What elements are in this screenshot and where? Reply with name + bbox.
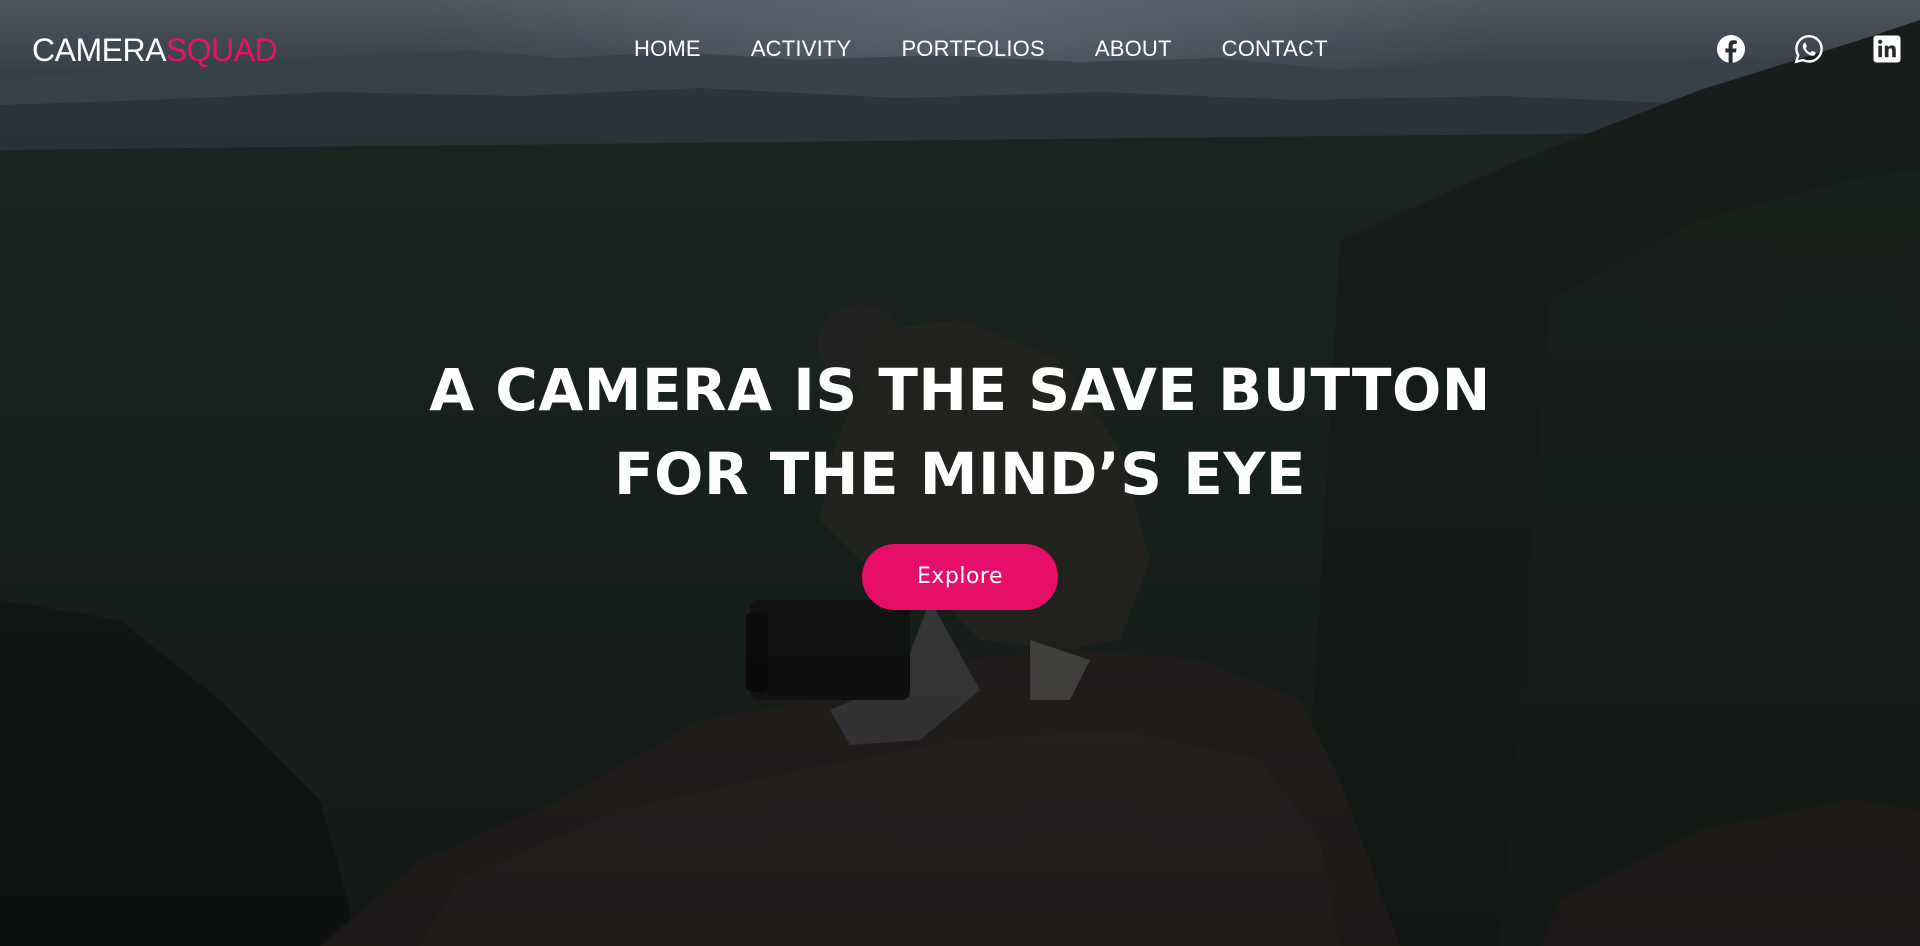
whatsapp-icon bbox=[1794, 34, 1823, 64]
hero-headline-line2: FOR THE MIND’S EYE bbox=[614, 440, 1306, 508]
social-links bbox=[1716, 34, 1902, 64]
nav-item-portfolios[interactable]: PORTFOLIOS bbox=[901, 36, 1044, 61]
hero-headline: A CAMERA IS THE SAVE BUTTON FOR THE MIND… bbox=[0, 348, 1920, 516]
facebook-link[interactable] bbox=[1716, 34, 1746, 64]
nav-item-contact[interactable]: CONTACT bbox=[1222, 36, 1328, 61]
brand-logo-part1: CAMERA bbox=[32, 32, 166, 68]
main-nav: HOME ACTIVITY PORTFOLIOS ABOUT CONTACT bbox=[634, 36, 1328, 62]
top-navbar: CAMERASQUAD HOME ACTIVITY PORTFOLIOS ABO… bbox=[0, 0, 1920, 98]
facebook-icon bbox=[1717, 35, 1745, 63]
linkedin-icon bbox=[1873, 35, 1901, 63]
explore-button[interactable]: Explore bbox=[862, 544, 1058, 610]
linkedin-link[interactable] bbox=[1872, 34, 1902, 64]
nav-item-activity[interactable]: ACTIVITY bbox=[751, 36, 852, 61]
nav-item-home[interactable]: HOME bbox=[634, 36, 701, 61]
nav-item-about[interactable]: ABOUT bbox=[1095, 36, 1172, 61]
whatsapp-link[interactable] bbox=[1794, 34, 1824, 64]
brand-logo[interactable]: CAMERASQUAD bbox=[32, 32, 278, 69]
hero-section: A CAMERA IS THE SAVE BUTTON FOR THE MIND… bbox=[0, 348, 1920, 610]
brand-logo-part2: SQUAD bbox=[165, 32, 278, 68]
hero-headline-line1: A CAMERA IS THE SAVE BUTTON bbox=[429, 356, 1491, 424]
